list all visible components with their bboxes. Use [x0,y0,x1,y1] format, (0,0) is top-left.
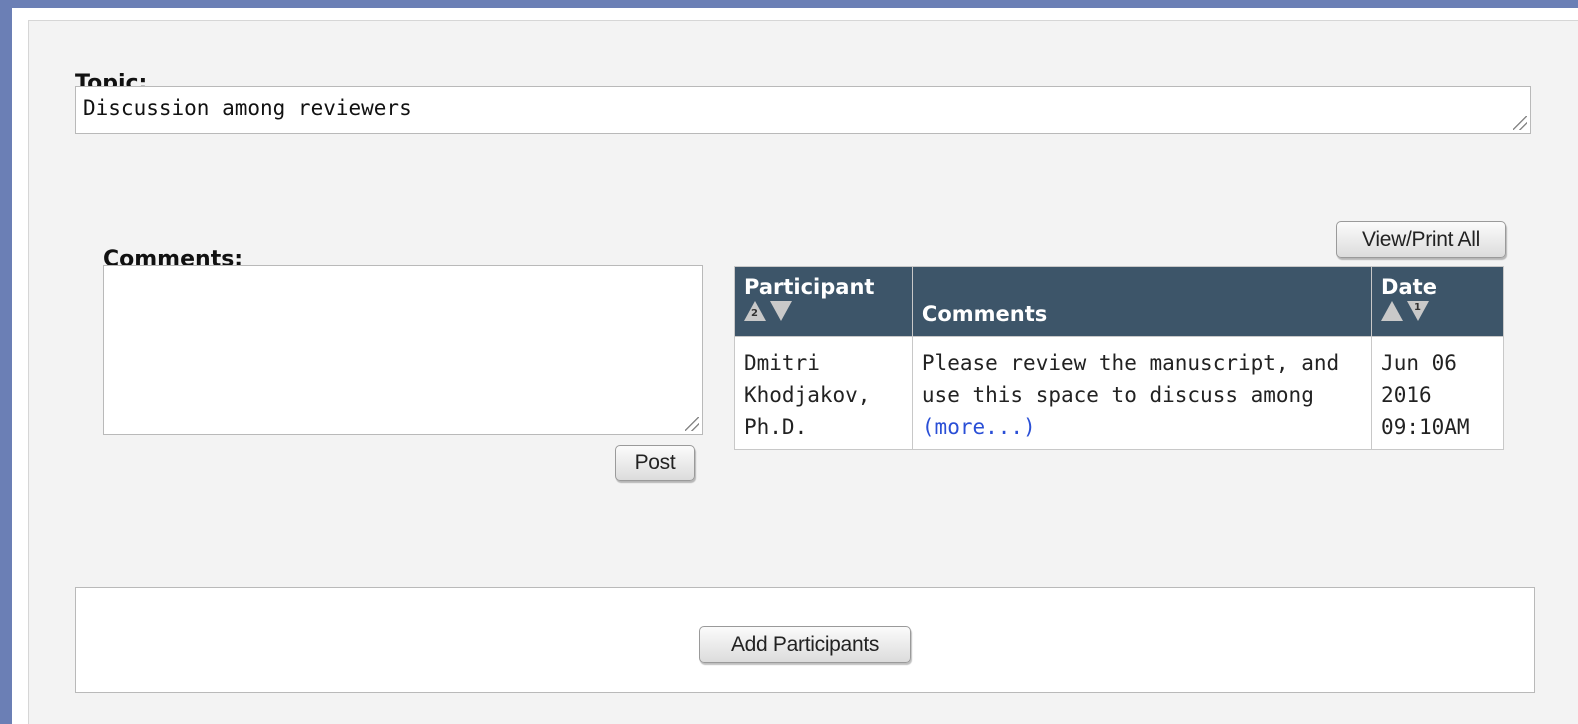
comment-input[interactable] [103,265,703,435]
column-header-comments: Comments [911,266,1373,337]
participant-sort-controls: 2 [744,301,792,321]
topic-resize-grip-icon[interactable] [1513,116,1527,130]
column-header-date: Date 1 [1371,266,1504,337]
table-header-row: Participant 2 Comments Date 1 [734,266,1504,337]
date-sort-controls: 1 [1381,301,1430,321]
comment-cell: Please review the manuscript, and use th… [911,336,1373,450]
date-cell: Jun 06 2016 09:10AM [1371,336,1504,450]
sort-rank-badge: 2 [751,308,758,319]
discussion-content: Topic: Comments: Post View/Print All Par… [28,20,1578,724]
sort-ascending-icon[interactable] [1381,301,1404,321]
sort-descending-icon[interactable]: 1 [1407,301,1430,321]
comment-resize-grip-icon[interactable] [685,417,699,431]
more-link[interactable]: (more...) [922,415,1036,439]
view-print-all-button[interactable]: View/Print All [1336,221,1506,258]
column-header-participant: Participant 2 [734,266,913,337]
participant-header-label: Participant [744,275,875,299]
comment-text: Please review the manuscript, and use th… [921,351,1340,407]
discussion-panel: Topic: Comments: Post View/Print All Par… [12,8,1578,724]
comments-header-label: Comments [921,302,1048,326]
topic-input[interactable] [75,86,1531,134]
comments-table: Participant 2 Comments Date 1 Dmitri Kho… [734,266,1504,450]
date-header-label: Date [1381,275,1437,299]
participant-cell: Dmitri Khodjakov, Ph.D. [734,336,913,450]
sort-ascending-icon[interactable]: 2 [744,301,766,321]
sort-descending-icon[interactable] [770,301,792,321]
table-row: Dmitri Khodjakov, Ph.D. Please review th… [734,336,1504,450]
sort-rank-badge: 1 [1414,302,1422,313]
add-participants-button[interactable]: Add Participants [699,626,911,663]
post-button[interactable]: Post [615,445,695,481]
